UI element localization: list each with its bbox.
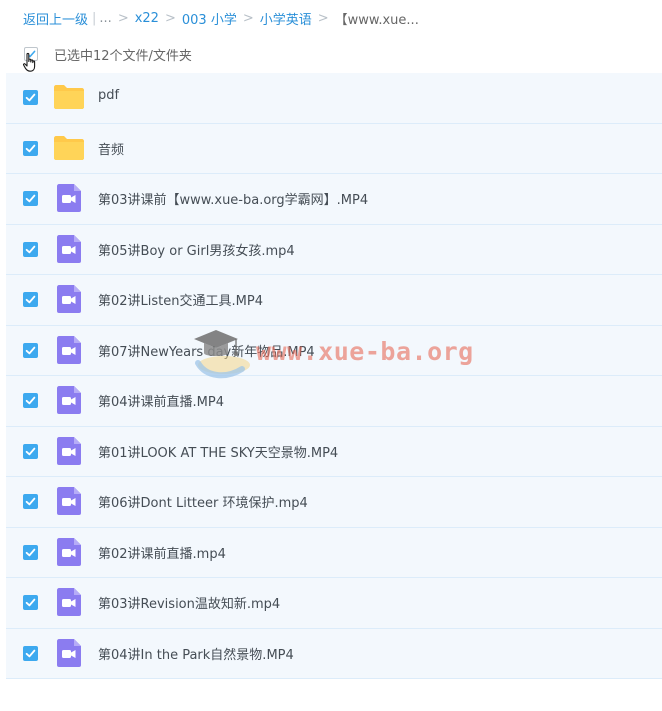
breadcrumb-current: 【www.xue... [334,12,419,28]
breadcrumb-item-english[interactable]: 小学英语 [260,9,312,28]
file-name[interactable]: 第03讲课前【www.xue-ba.org学霸网】.MP4 [98,189,368,208]
file-row[interactable]: 第06讲Dont Litteer 环境保护.mp4 [6,477,662,528]
video-file-icon [56,436,82,470]
video-file-icon [56,486,82,520]
file-name[interactable]: 第07讲NewYears day新年物品.MP4 [98,341,315,360]
video-file-icon [56,284,82,318]
file-name[interactable]: 第02讲课前直播.mp4 [98,543,226,562]
checkmark-icon [25,548,36,556]
breadcrumb-item-x22[interactable]: x22 [135,11,159,26]
checkmark-icon [25,93,36,102]
video-file-icon [56,385,82,419]
file-row[interactable]: pdf [6,73,662,124]
breadcrumb-separator: > [117,10,129,26]
file-row[interactable]: 第03讲课前【www.xue-ba.org学霸网】.MP4 [6,174,662,225]
video-file-icon [56,587,82,621]
file-row[interactable]: 第05讲Boy or Girl男孩女孩.mp4 [6,224,662,275]
file-name[interactable]: pdf [98,88,119,103]
folder-icon [53,134,85,166]
file-checkbox[interactable] [23,292,38,307]
folder-icon [54,135,84,160]
breadcrumb-separator: > [242,10,254,26]
file-name[interactable]: 第01讲LOOK AT THE SKY天空景物.MP4 [98,442,338,461]
video-file-icon [56,638,82,672]
file-name[interactable]: 第02讲Listen交通工具.MP4 [98,290,263,309]
file-name[interactable]: 第03讲Revision温故知新.mp4 [98,593,280,612]
breadcrumb-ellipsis[interactable]: ... [99,11,111,26]
video-file-icon [56,183,82,217]
selection-header: 已选中12个文件/文件夹 [0,40,662,72]
checkmark-icon [25,649,36,657]
breadcrumb-separator: > [164,10,176,26]
file-row[interactable]: 第02讲课前直播.mp4 [6,527,662,578]
file-name[interactable]: 音频 [98,139,124,158]
video-file-icon [57,487,81,515]
video-file-icon [57,184,81,212]
folder-icon [53,83,85,115]
checkmark-icon [25,295,36,304]
folder-icon [54,85,84,109]
file-name[interactable]: 第04讲课前直播.MP4 [98,391,224,410]
file-checkbox[interactable] [23,241,38,257]
file-row[interactable]: 第02讲Listen交通工具.MP4 [6,275,662,326]
checkmark-icon [25,497,36,506]
file-browser: 返回上一级 | ... > x22 > 003 小学 > 小学英语 > 【www… [0,0,662,711]
file-checkbox[interactable] [23,645,38,661]
video-file-icon [56,335,82,369]
video-file-icon [57,436,81,465]
video-file-icon [57,285,81,313]
file-list: pdf 音频第03讲课前【www.xue-ba.org学霸网】.MP4 第05讲Bo… [6,73,662,679]
checkmark-icon [25,194,36,203]
file-row[interactable]: 第04讲课前直播.MP4 [6,376,662,427]
file-checkbox[interactable] [23,140,38,156]
video-file-icon [57,588,81,616]
breadcrumb-separator: > [317,10,329,26]
file-checkbox[interactable] [23,443,38,459]
checkmark-icon [25,245,36,253]
file-row[interactable]: 第04讲In the Park自然景物.MP4 [6,628,662,679]
file-row[interactable]: 第01讲LOOK AT THE SKY天空景物.MP4 [6,426,662,477]
breadcrumb-divider: | [92,10,97,26]
file-checkbox[interactable] [23,494,38,509]
hand-cursor-icon [22,52,36,72]
video-file-icon [57,537,81,566]
file-checkbox[interactable] [23,595,38,610]
video-file-icon [57,638,81,667]
breadcrumb: 返回上一级 | ... > x22 > 003 小学 > 小学英语 > 【www… [23,8,419,28]
selection-summary: 已选中12个文件/文件夹 [54,49,192,64]
video-file-icon [56,537,82,571]
video-file-icon [57,234,81,263]
file-checkbox[interactable] [23,90,38,105]
file-checkbox[interactable] [23,191,38,206]
checkmark-icon [25,447,36,455]
back-link[interactable]: 返回上一级 [23,9,88,28]
file-name[interactable]: 第04讲In the Park自然景物.MP4 [98,644,294,663]
checkmark-icon [25,598,36,607]
file-checkbox[interactable] [23,393,38,408]
checkmark-icon [25,396,36,405]
video-file-icon [57,386,81,414]
file-checkbox[interactable] [23,342,38,358]
breadcrumb-item-primary[interactable]: 003 小学 [182,9,237,28]
file-name[interactable]: 第06讲Dont Litteer 环境保护.mp4 [98,492,308,511]
file-row[interactable]: 第07讲NewYears day新年物品.MP4 [6,325,662,376]
checkmark-icon [25,144,36,152]
file-row[interactable]: 第03讲Revision温故知新.mp4 [6,578,662,629]
file-checkbox[interactable] [23,544,38,560]
file-row[interactable]: 音频 [6,123,662,174]
checkmark-icon [25,346,36,354]
file-name[interactable]: 第05讲Boy or Girl男孩女孩.mp4 [98,240,295,259]
video-file-icon [57,335,81,364]
video-file-icon [56,234,82,268]
